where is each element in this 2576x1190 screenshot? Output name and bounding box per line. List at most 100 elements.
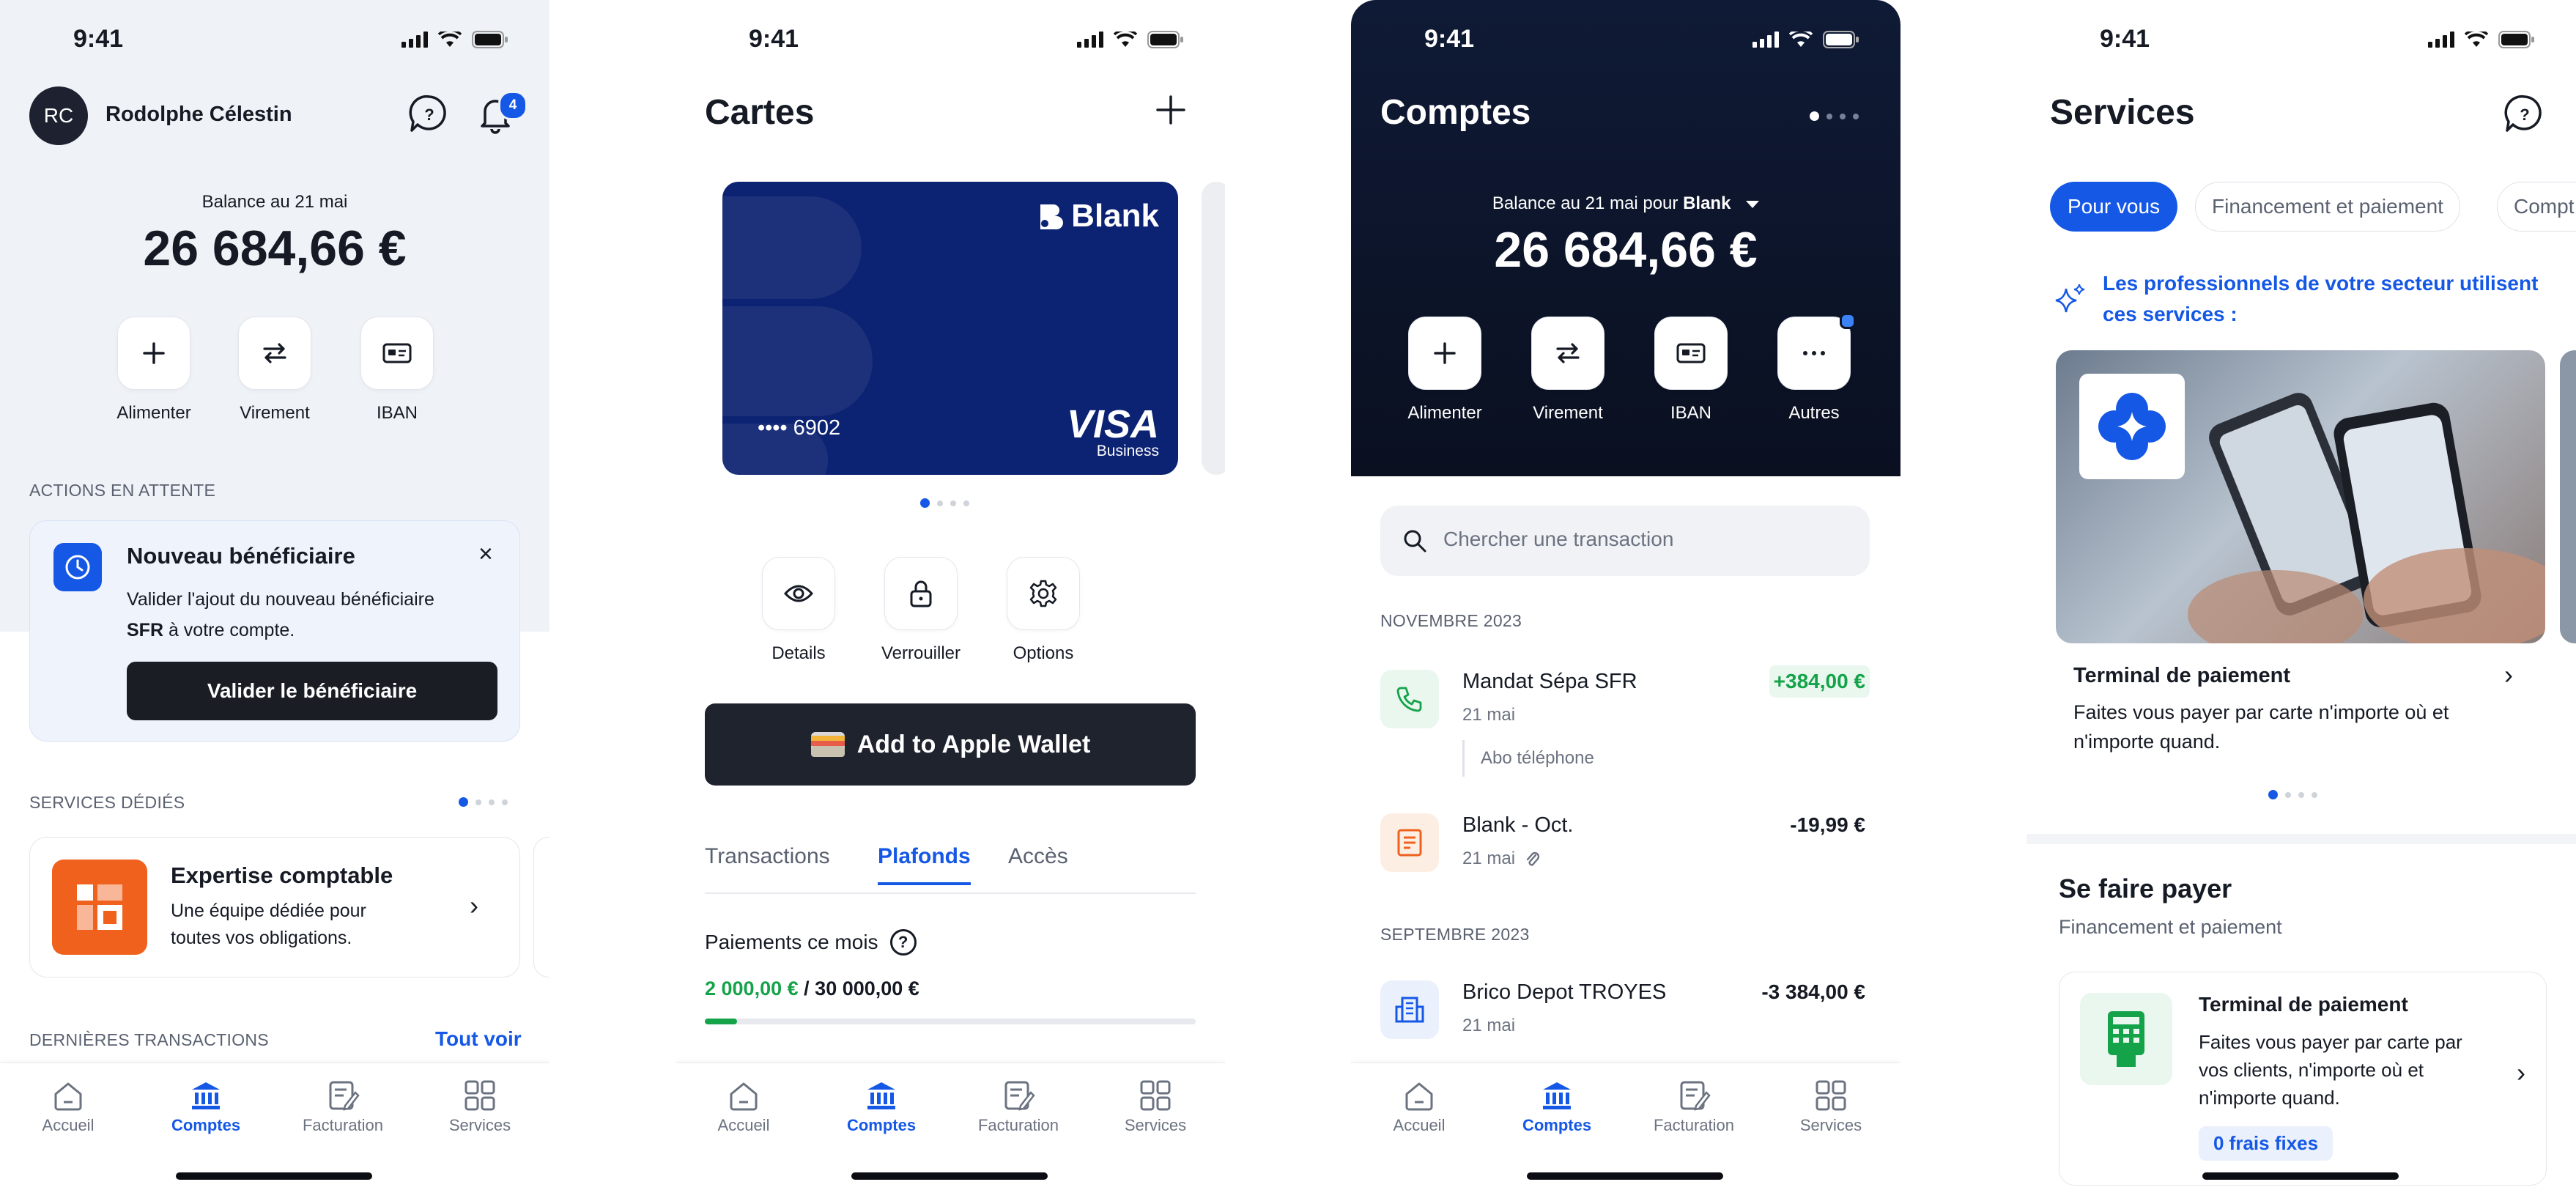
next-card-peek: [1202, 182, 1225, 475]
blank-logo: Blank: [1039, 198, 1159, 234]
tab-accueil[interactable]: Accueil: [13, 1079, 123, 1135]
tab-accueil[interactable]: Accueil: [689, 1079, 799, 1135]
card-action-options[interactable]: Options: [985, 557, 1102, 664]
service-card[interactable]: Expertise comptable Une équipe dédiée po…: [29, 837, 520, 978]
transaction-row[interactable]: Blank - Oct. 21 mai -19,99 €: [1380, 806, 1870, 879]
see-all-link[interactable]: Tout voir: [435, 1027, 522, 1051]
help-icon[interactable]: ?: [889, 929, 917, 956]
transaction-row[interactable]: Brico Depot TROYES 21 mai -3 384,00 €: [1380, 973, 1870, 1046]
services-section-title: SERVICES DÉDIÉS: [29, 793, 185, 812]
payment-card[interactable]: Blank •••• 6902 VISA Business: [722, 182, 1178, 475]
balance-amount: 26 684,66 €: [143, 221, 407, 276]
pending-text: Valider l'ajout du nouveau bénéficiaire …: [127, 584, 449, 646]
action-virement[interactable]: Virement: [1509, 317, 1626, 424]
service-card[interactable]: Terminal de paiement Faites vous payer p…: [2059, 972, 2547, 1186]
balance-amount: 26 684,66 €: [1494, 222, 1758, 278]
bank-icon: [867, 1082, 895, 1109]
tab-plafonds[interactable]: Plafonds: [878, 844, 971, 885]
user-name: Rodolphe Célestin: [106, 103, 292, 126]
tab-services[interactable]: Services: [1100, 1079, 1210, 1135]
home-screen: 9:41 RC Rodolphe Célestin ? 4 Balance au…: [0, 0, 549, 1190]
tab-comptes[interactable]: Comptes: [1502, 1079, 1612, 1135]
tab-facturation[interactable]: Facturation: [288, 1079, 398, 1135]
home-indicator: [2202, 1172, 2399, 1180]
limit-total: 30 000,00 €: [815, 978, 919, 999]
balance-selector[interactable]: Balance au 21 mai pour Blank: [1351, 193, 1900, 214]
status-icons: [2428, 31, 2535, 48]
fee-badge: 0 frais fixes: [2199, 1126, 2333, 1161]
chip-pour-vous[interactable]: Pour vous: [2050, 182, 2178, 232]
iban-card-icon[interactable]: [360, 317, 434, 390]
terminal-icon: [2080, 993, 2172, 1085]
validate-beneficiary-button[interactable]: Valider le bénéficiaire: [127, 662, 497, 720]
invoice-icon: [1004, 1081, 1035, 1111]
transfer-icon[interactable]: [1531, 317, 1605, 390]
transaction-name: Mandat Sépa SFR: [1462, 670, 1637, 693]
pending-card: Nouveau bénéficiaire × Valider l'ajout d…: [29, 520, 520, 742]
phone-icon: [1380, 670, 1439, 728]
balance-account: Blank: [1683, 193, 1731, 213]
gear-icon[interactable]: [1007, 557, 1080, 630]
battery-icon: [1823, 31, 1859, 48]
search-input[interactable]: Chercher une transaction: [1380, 506, 1870, 576]
support-chat-icon[interactable]: ?: [407, 92, 451, 140]
visa-logo: VISA: [1066, 402, 1159, 446]
plus-icon[interactable]: [117, 317, 190, 390]
signal-icon: [2428, 32, 2454, 48]
add-card-icon[interactable]: [1155, 94, 1187, 130]
signal-icon: [1077, 32, 1103, 48]
chevron-right-icon[interactable]: ›: [2504, 659, 2513, 690]
iban-card-icon[interactable]: [1654, 317, 1728, 390]
close-icon[interactable]: ×: [478, 540, 493, 569]
action-autres[interactable]: Autres: [1755, 313, 1873, 424]
status-bar: 9:41: [0, 25, 549, 54]
action-iban[interactable]: IBAN: [1632, 317, 1750, 424]
bell-icon[interactable]: 4: [473, 91, 528, 140]
transfer-icon[interactable]: [238, 317, 311, 390]
payment-terminal-photo[interactable]: [2056, 350, 2545, 643]
tab-facturation[interactable]: Facturation: [1639, 1079, 1749, 1135]
plus-icon[interactable]: [1408, 317, 1481, 390]
add-to-apple-wallet-button[interactable]: Add to Apple Wallet: [705, 703, 1196, 786]
clock-icon: [53, 543, 102, 591]
card-action-details[interactable]: Details: [740, 557, 857, 664]
tab-transactions[interactable]: Transactions: [705, 844, 830, 869]
chip-financement[interactable]: Financement et paiement: [2195, 182, 2460, 232]
service-title: Terminal de paiement: [2199, 993, 2408, 1016]
carousel-dots: [459, 797, 508, 807]
action-alimenter[interactable]: Alimenter: [95, 317, 212, 424]
eye-icon[interactable]: [762, 557, 835, 630]
card-action-lock[interactable]: Verrouiller: [862, 557, 980, 664]
transaction-row[interactable]: Mandat Sépa SFR 21 mai +384,00 € Abo tél…: [1380, 659, 1870, 777]
tab-comptes[interactable]: Comptes: [151, 1079, 261, 1135]
support-chat-icon[interactable]: ?: [2503, 92, 2547, 140]
card-carousel-dots: [920, 498, 969, 508]
new-dot-badge: [1840, 313, 1856, 329]
status-icons: [1077, 31, 1184, 48]
bank-icon: [1543, 1082, 1571, 1109]
action-label: Autres: [1788, 403, 1840, 423]
tab-services[interactable]: Services: [425, 1079, 535, 1135]
action-virement[interactable]: Virement: [216, 317, 333, 424]
feature-carousel-dots: [2268, 790, 2317, 799]
action-label: Virement: [1533, 403, 1603, 423]
tab-acces[interactable]: Accès: [1008, 844, 1068, 869]
action-alimenter[interactable]: Alimenter: [1386, 317, 1503, 424]
limit-progress-fill: [705, 1019, 738, 1024]
more-dots-icon[interactable]: [1777, 313, 1856, 390]
transaction-name: Blank - Oct.: [1462, 813, 1574, 837]
lock-icon[interactable]: [884, 557, 958, 630]
action-label: Alimenter: [116, 403, 191, 423]
tab-accueil[interactable]: Accueil: [1364, 1079, 1474, 1135]
account-pager-dots[interactable]: [1810, 111, 1859, 121]
home-indicator: [1527, 1172, 1723, 1180]
tab-facturation[interactable]: Facturation: [963, 1079, 1073, 1135]
chip-comptabilite[interactable]: Compt: [2497, 182, 2576, 232]
tab-comptes[interactable]: Comptes: [826, 1079, 936, 1135]
avatar[interactable]: RC: [29, 86, 88, 145]
tab-services[interactable]: Services: [1776, 1079, 1886, 1135]
grid-icon: [465, 1080, 495, 1111]
chevron-right-icon: ›: [2517, 1057, 2525, 1087]
action-iban[interactable]: IBAN: [338, 317, 456, 424]
status-bar: 9:41: [2027, 25, 2576, 54]
